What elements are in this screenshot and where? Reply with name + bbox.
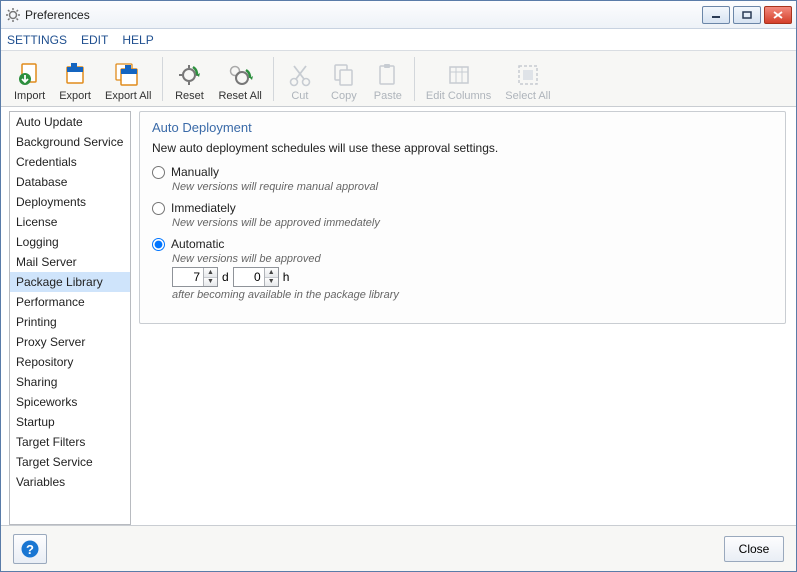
days-input[interactable] bbox=[173, 270, 203, 284]
sidebar-item-spiceworks[interactable]: Spiceworks bbox=[10, 392, 130, 412]
reset-label: Reset bbox=[175, 90, 204, 102]
reset-all-icon bbox=[225, 60, 255, 90]
hours-up[interactable]: ▲ bbox=[265, 268, 278, 278]
radio-manually[interactable] bbox=[152, 166, 165, 179]
help-icon: ? bbox=[20, 539, 40, 559]
edit-columns-label: Edit Columns bbox=[426, 90, 491, 102]
sidebar-item-package-library[interactable]: Package Library bbox=[10, 272, 130, 292]
close-window-button[interactable] bbox=[764, 6, 792, 24]
sidebar-item-startup[interactable]: Startup bbox=[10, 412, 130, 432]
sidebar-item-auto-update[interactable]: Auto Update bbox=[10, 112, 130, 132]
paste-label: Paste bbox=[374, 90, 402, 102]
export-all-icon bbox=[113, 60, 143, 90]
sidebar-item-database[interactable]: Database bbox=[10, 172, 130, 192]
import-label: Import bbox=[14, 90, 45, 102]
radio-immediately[interactable] bbox=[152, 202, 165, 215]
sidebar-item-target-service[interactable]: Target Service bbox=[10, 452, 130, 472]
option-automatic-note: New versions will be approved bbox=[172, 253, 773, 265]
hours-unit: h bbox=[283, 270, 290, 284]
minimize-button[interactable] bbox=[702, 6, 730, 24]
sidebar-item-sharing[interactable]: Sharing bbox=[10, 372, 130, 392]
cut-button: Cut bbox=[278, 54, 322, 104]
sidebar-item-repository[interactable]: Repository bbox=[10, 352, 130, 372]
titlebar: Preferences bbox=[1, 1, 796, 29]
menu-edit[interactable]: EDIT bbox=[81, 33, 108, 47]
panel-desc: New auto deployment schedules will use t… bbox=[152, 141, 773, 155]
reset-all-label: Reset All bbox=[218, 90, 261, 102]
export-all-button[interactable]: Export All bbox=[98, 54, 158, 104]
hours-spinbox[interactable]: ▲▼ bbox=[233, 267, 279, 287]
option-immediately[interactable]: Immediately bbox=[152, 201, 773, 215]
svg-text:?: ? bbox=[26, 542, 34, 557]
days-down[interactable]: ▼ bbox=[204, 278, 217, 287]
sidebar-item-credentials[interactable]: Credentials bbox=[10, 152, 130, 172]
sidebar-item-logging[interactable]: Logging bbox=[10, 232, 130, 252]
hours-down[interactable]: ▼ bbox=[265, 278, 278, 287]
reset-all-button[interactable]: Reset All bbox=[211, 54, 268, 104]
sidebar: Auto UpdateBackground ServiceCredentials… bbox=[9, 111, 131, 525]
sidebar-item-target-filters[interactable]: Target Filters bbox=[10, 432, 130, 452]
reset-icon bbox=[174, 60, 204, 90]
import-icon bbox=[15, 60, 45, 90]
maximize-button[interactable] bbox=[733, 6, 761, 24]
cut-icon bbox=[285, 60, 315, 90]
select-all-icon bbox=[513, 60, 543, 90]
cut-label: Cut bbox=[291, 90, 308, 102]
radio-automatic[interactable] bbox=[152, 238, 165, 251]
help-button[interactable]: ? bbox=[13, 534, 47, 564]
window-title: Preferences bbox=[25, 8, 702, 22]
toolbar-separator bbox=[162, 57, 163, 101]
copy-label: Copy bbox=[331, 90, 357, 102]
reset-button[interactable]: Reset bbox=[167, 54, 211, 104]
menu-settings[interactable]: SETTINGS bbox=[7, 33, 67, 47]
option-automatic-label: Automatic bbox=[171, 237, 224, 251]
sidebar-item-performance[interactable]: Performance bbox=[10, 292, 130, 312]
sidebar-item-deployments[interactable]: Deployments bbox=[10, 192, 130, 212]
option-automatic-after: after becoming available in the package … bbox=[172, 289, 773, 301]
footer: ? Close bbox=[1, 525, 796, 571]
toolbar-separator bbox=[273, 57, 274, 101]
export-button[interactable]: Export bbox=[52, 54, 98, 104]
hours-input[interactable] bbox=[234, 270, 264, 284]
sidebar-item-printing[interactable]: Printing bbox=[10, 312, 130, 332]
days-spinbox[interactable]: ▲▼ bbox=[172, 267, 218, 287]
menu-help[interactable]: HELP bbox=[122, 33, 153, 47]
sidebar-item-background-service[interactable]: Background Service bbox=[10, 132, 130, 152]
option-manually-note: New versions will require manual approva… bbox=[172, 181, 773, 193]
option-manually[interactable]: Manually bbox=[152, 165, 773, 179]
import-button[interactable]: Import bbox=[7, 54, 52, 104]
close-button[interactable]: Close bbox=[724, 536, 784, 562]
select-all-button: Select All bbox=[498, 54, 557, 104]
edit-columns-icon bbox=[444, 60, 474, 90]
toolbar: Import Export Export All Reset Reset All… bbox=[1, 51, 796, 107]
option-immediately-note: New versions will be approved immedately bbox=[172, 217, 773, 229]
days-up[interactable]: ▲ bbox=[204, 268, 217, 278]
option-automatic[interactable]: Automatic bbox=[152, 237, 773, 251]
paste-button: Paste bbox=[366, 54, 410, 104]
sidebar-item-mail-server[interactable]: Mail Server bbox=[10, 252, 130, 272]
export-label: Export bbox=[59, 90, 91, 102]
sidebar-item-license[interactable]: License bbox=[10, 212, 130, 232]
days-unit: d bbox=[222, 270, 229, 284]
paste-icon bbox=[373, 60, 403, 90]
select-all-label: Select All bbox=[505, 90, 550, 102]
export-all-label: Export All bbox=[105, 90, 151, 102]
toolbar-separator bbox=[414, 57, 415, 101]
option-immediately-label: Immediately bbox=[171, 201, 236, 215]
copy-button: Copy bbox=[322, 54, 366, 104]
menubar: SETTINGS EDIT HELP bbox=[1, 29, 796, 51]
sidebar-item-proxy-server[interactable]: Proxy Server bbox=[10, 332, 130, 352]
option-manually-label: Manually bbox=[171, 165, 219, 179]
export-icon bbox=[60, 60, 90, 90]
edit-columns-button: Edit Columns bbox=[419, 54, 498, 104]
auto-deployment-panel: Auto Deployment New auto deployment sche… bbox=[139, 111, 786, 324]
gear-icon bbox=[5, 7, 21, 23]
panel-title: Auto Deployment bbox=[152, 120, 773, 135]
copy-icon bbox=[329, 60, 359, 90]
sidebar-item-variables[interactable]: Variables bbox=[10, 472, 130, 492]
